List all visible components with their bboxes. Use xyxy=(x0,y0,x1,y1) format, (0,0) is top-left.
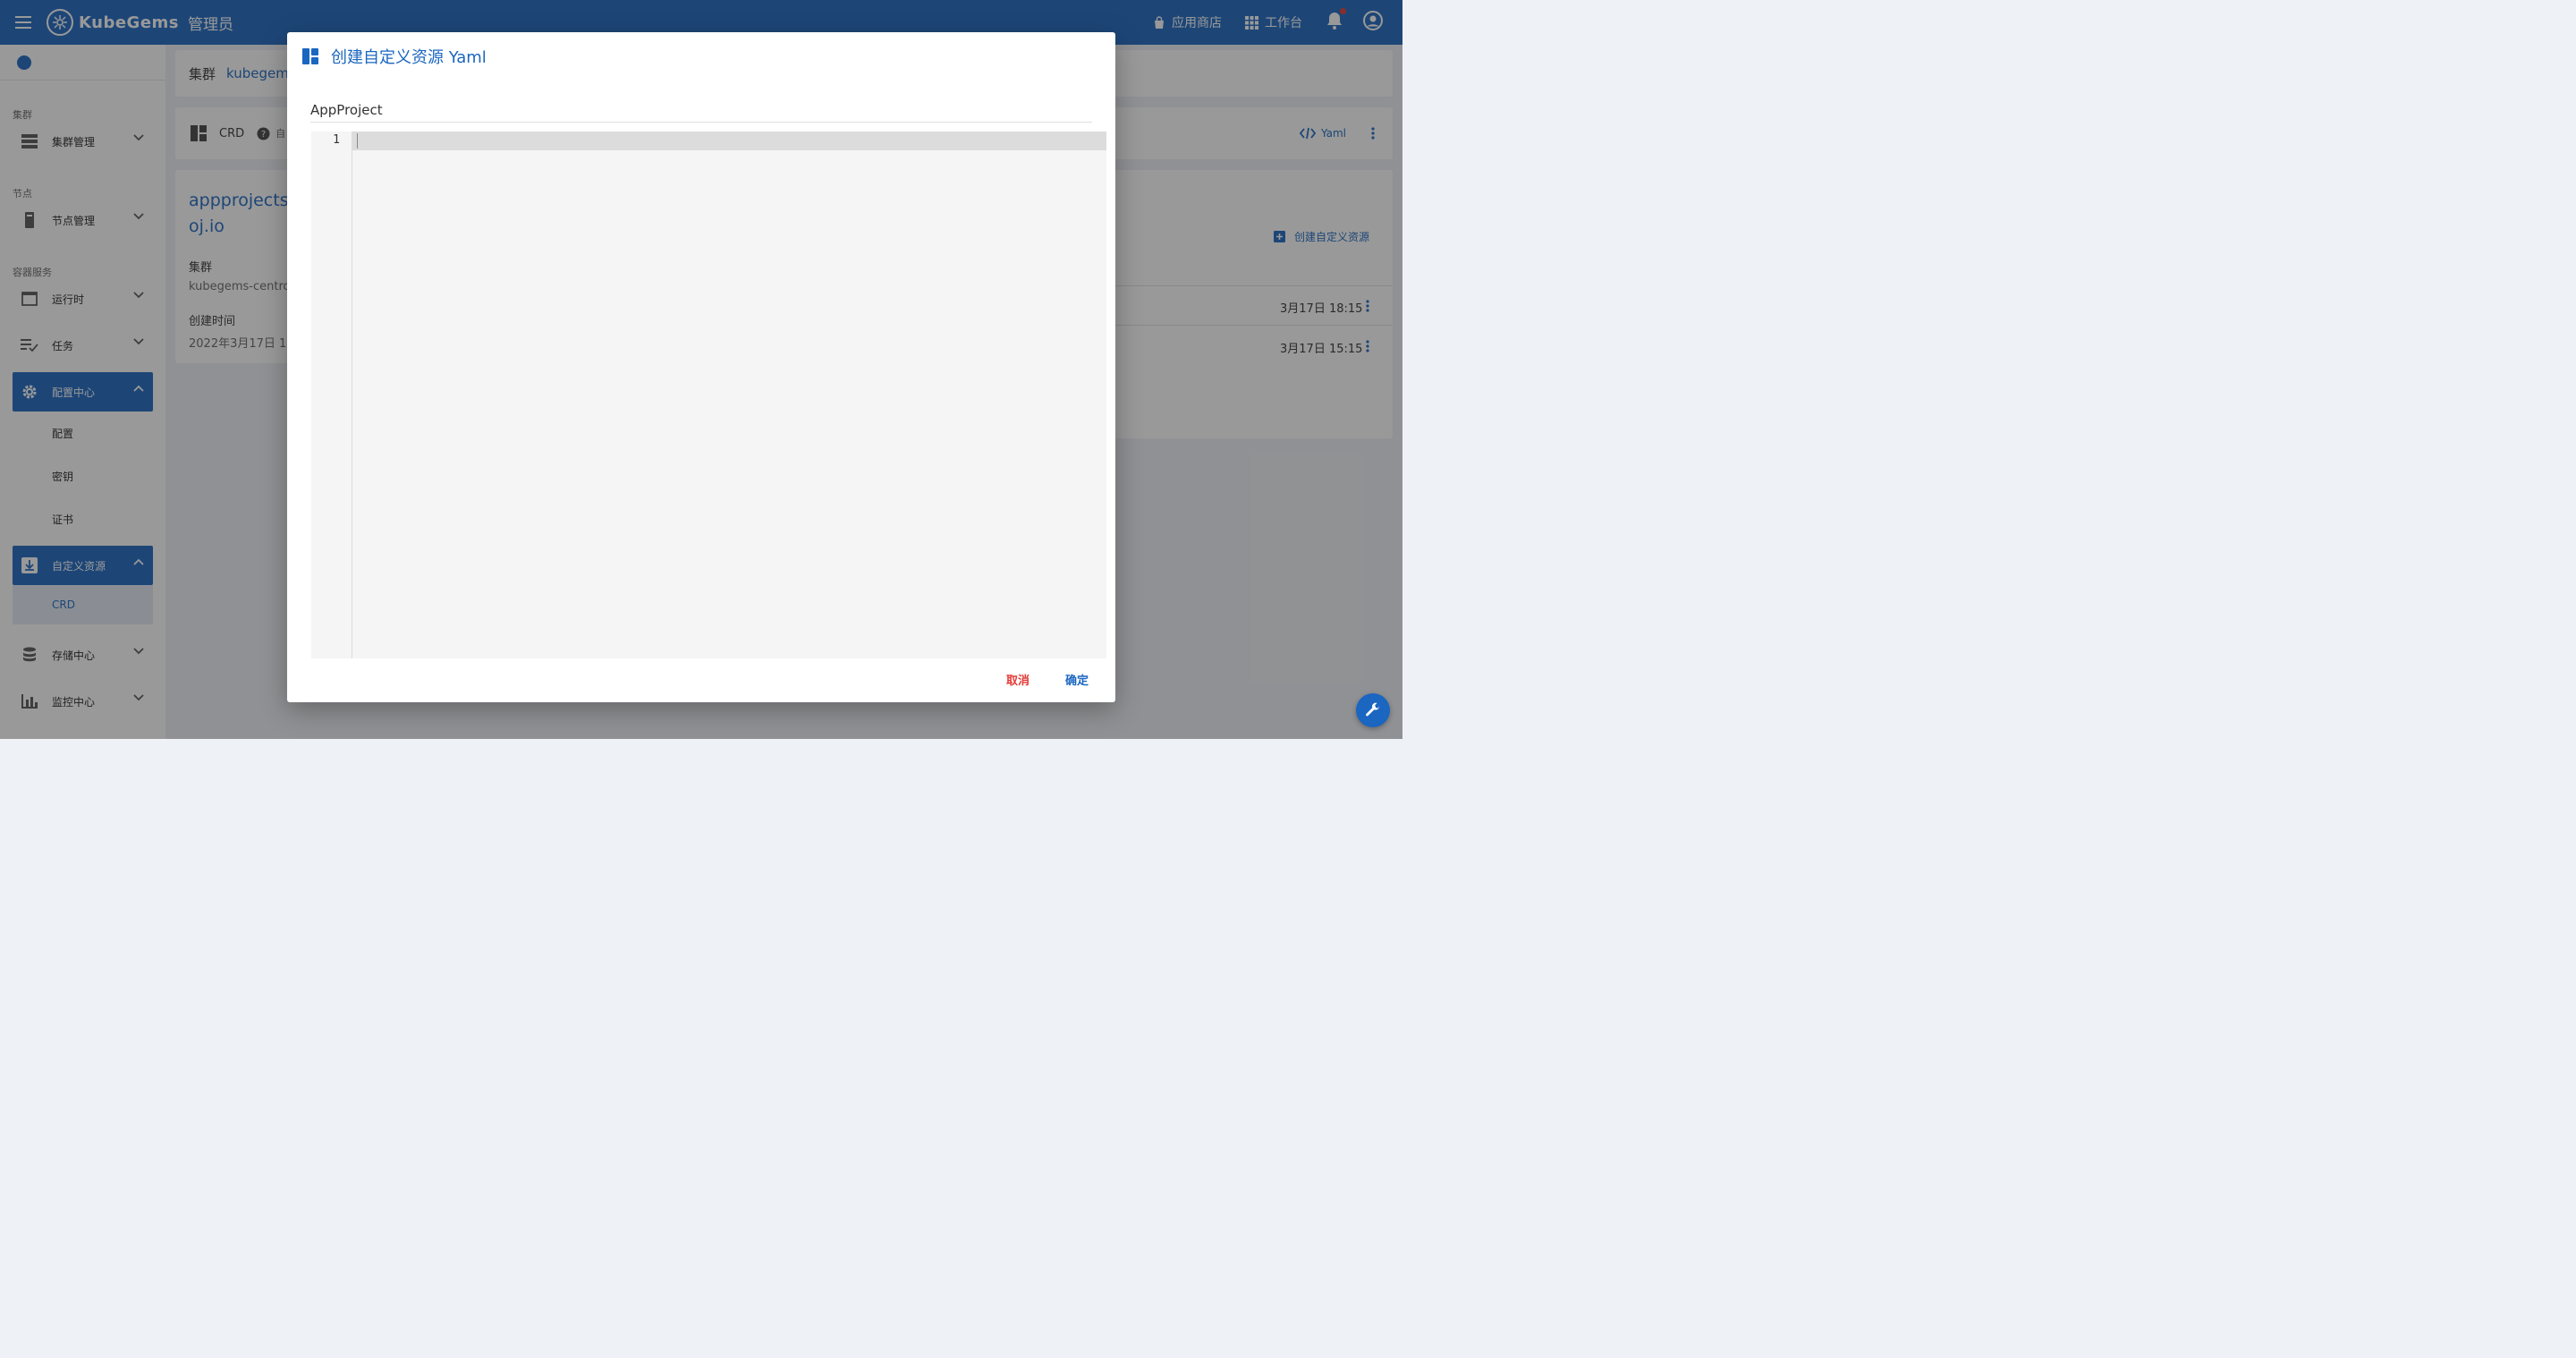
dialog-title-text: 创建自定义资源 Yaml xyxy=(331,48,487,67)
line-number-gutter xyxy=(311,132,352,658)
dialog-title: 创建自定义资源 Yaml xyxy=(302,45,487,68)
dashboard-icon xyxy=(302,48,318,64)
tools-fab-button[interactable] xyxy=(1356,693,1390,727)
line-number: 1 xyxy=(333,133,340,147)
create-yaml-dialog: 创建自定义资源 Yaml AppProject 1 取消 确定 xyxy=(287,32,1115,702)
resource-kind-label: AppProject xyxy=(310,102,383,118)
dialog-actions: 取消 确定 xyxy=(1006,671,1089,688)
cancel-button[interactable]: 取消 xyxy=(1006,671,1030,688)
wrench-icon xyxy=(1366,702,1380,717)
text-cursor xyxy=(357,133,358,149)
confirm-button[interactable]: 确定 xyxy=(1065,671,1089,688)
divider xyxy=(310,122,1092,123)
yaml-editor[interactable]: 1 xyxy=(311,132,1106,658)
active-line-highlight xyxy=(311,132,1106,150)
